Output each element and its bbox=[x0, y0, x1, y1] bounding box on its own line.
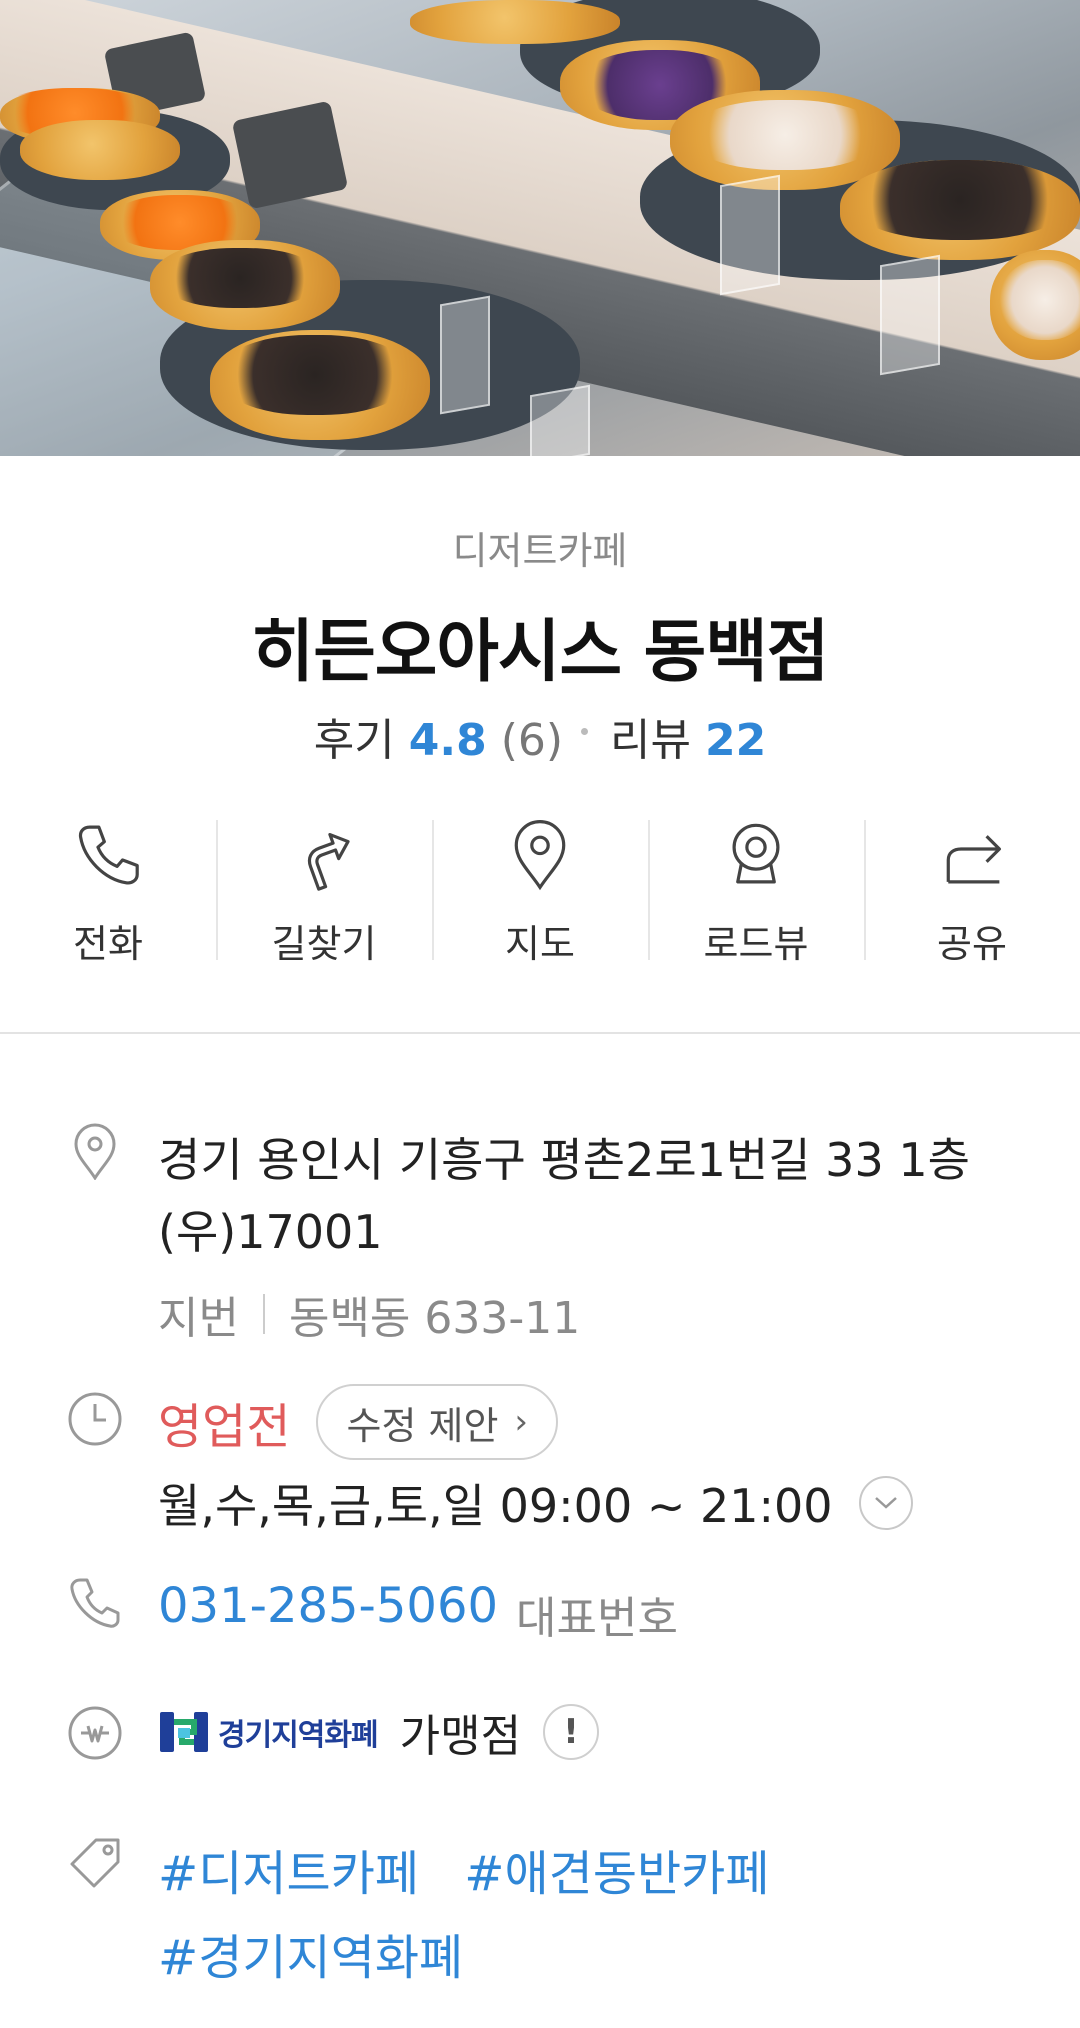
review-label: 리뷰 bbox=[610, 715, 691, 766]
place-name: 히든오아시스 동백점 bbox=[251, 613, 830, 692]
tag-icon bbox=[70, 1838, 120, 1888]
jibun-address: 지번 동백동 633-11 bbox=[158, 1282, 580, 1346]
section-divider bbox=[0, 1032, 1080, 1034]
chevron-down-icon bbox=[874, 1497, 897, 1509]
edit-suggest-label: 수정 제안 bbox=[346, 1403, 499, 1448]
expand-hours-button[interactable] bbox=[858, 1476, 913, 1530]
business-hours: 월,수,목,금,토,일 09:00 ~ 21:00 bbox=[158, 1479, 833, 1533]
review-count: 22 bbox=[704, 715, 767, 766]
roadview-button[interactable]: 로드뷰 bbox=[648, 818, 864, 968]
location-pin-icon bbox=[74, 1123, 116, 1180]
rating-summary[interactable]: 후기 4.8 (6) 리뷰 22 bbox=[0, 704, 1080, 768]
payment-row: 경기지역화폐 가맹점 ! bbox=[158, 1700, 600, 1764]
topping bbox=[220, 335, 410, 415]
rating-label: 후기 bbox=[313, 715, 395, 766]
gyeonggi-currency-logo: 경기지역화폐 bbox=[158, 1706, 379, 1758]
phone-number-link[interactable]: 031-285-5060 bbox=[158, 1578, 498, 1634]
price-card bbox=[440, 295, 490, 415]
roadview-icon bbox=[732, 823, 780, 884]
edit-suggest-button[interactable]: 수정 제안 › bbox=[316, 1384, 559, 1460]
price-card bbox=[530, 384, 590, 456]
waffle bbox=[20, 120, 180, 180]
chevron-right-icon: › bbox=[514, 1402, 529, 1442]
road-address[interactable]: 경기 용인시 기흥구 평촌2로1번길 33 1층 (우)17001 bbox=[158, 1124, 1018, 1268]
map-pin-icon bbox=[514, 820, 566, 891]
share-button[interactable]: 공유 bbox=[864, 818, 1080, 968]
rating-value: 4.8 bbox=[408, 715, 487, 766]
share-icon bbox=[946, 835, 1001, 884]
tag-link[interactable]: #경기지역화폐 bbox=[158, 1930, 463, 1986]
hero-photo[interactable] bbox=[0, 0, 1080, 456]
topping bbox=[160, 248, 320, 308]
call-button[interactable]: 전화 bbox=[0, 818, 216, 968]
waffle bbox=[410, 0, 620, 44]
exclamation-icon: ! bbox=[563, 1712, 579, 1752]
price-card bbox=[720, 174, 780, 296]
info-button[interactable]: ! bbox=[543, 1704, 600, 1760]
phone-small-icon bbox=[70, 1578, 120, 1628]
directions-button[interactable]: 길찾기 bbox=[216, 818, 432, 968]
phone-icon bbox=[78, 825, 139, 885]
business-status-line: 영업전 수정 제안 › bbox=[158, 1384, 559, 1460]
action-label: 길찾기 bbox=[271, 922, 377, 966]
topping bbox=[690, 100, 880, 170]
separator-dot bbox=[581, 727, 589, 735]
tag-list: #디저트카페 #애견동반카페 #경기지역화폐 bbox=[158, 1832, 1038, 2000]
separator-bar bbox=[262, 1294, 265, 1334]
phone-type-label: 대표번호 bbox=[516, 1593, 678, 1644]
action-label: 공유 bbox=[937, 922, 1007, 966]
topping bbox=[1000, 260, 1080, 340]
action-label: 지도 bbox=[505, 922, 575, 966]
gyeonggi-logo-icon bbox=[160, 1712, 208, 1752]
topping bbox=[850, 160, 1070, 240]
action-label: 전화 bbox=[73, 922, 143, 966]
merchant-label: 가맹점 bbox=[399, 1711, 522, 1762]
action-bar: 전화 길찾기 지도 로드뷰 공유 bbox=[0, 818, 1080, 968]
action-label: 로드뷰 bbox=[703, 922, 809, 966]
business-status: 영업전 bbox=[158, 1399, 291, 1455]
local-currency-icon bbox=[68, 1706, 122, 1760]
tag-link[interactable]: #애견동반카페 bbox=[464, 1846, 769, 1902]
currency-logo-text: 경기지역화폐 bbox=[218, 1718, 379, 1753]
map-button[interactable]: 지도 bbox=[432, 818, 648, 968]
rating-count: (6) bbox=[500, 715, 564, 766]
jibun-label: 지번 bbox=[158, 1293, 239, 1344]
hours-line: 월,수,목,금,토,일 09:00 ~ 21:00 bbox=[158, 1470, 913, 1536]
price-card bbox=[880, 254, 940, 376]
place-category: 디저트카페 bbox=[452, 529, 628, 573]
directions-icon bbox=[307, 832, 350, 891]
clock-icon bbox=[68, 1392, 122, 1446]
tag-link[interactable]: #디저트카페 bbox=[158, 1846, 419, 1902]
jibun-value: 동백동 633-11 bbox=[288, 1293, 581, 1344]
